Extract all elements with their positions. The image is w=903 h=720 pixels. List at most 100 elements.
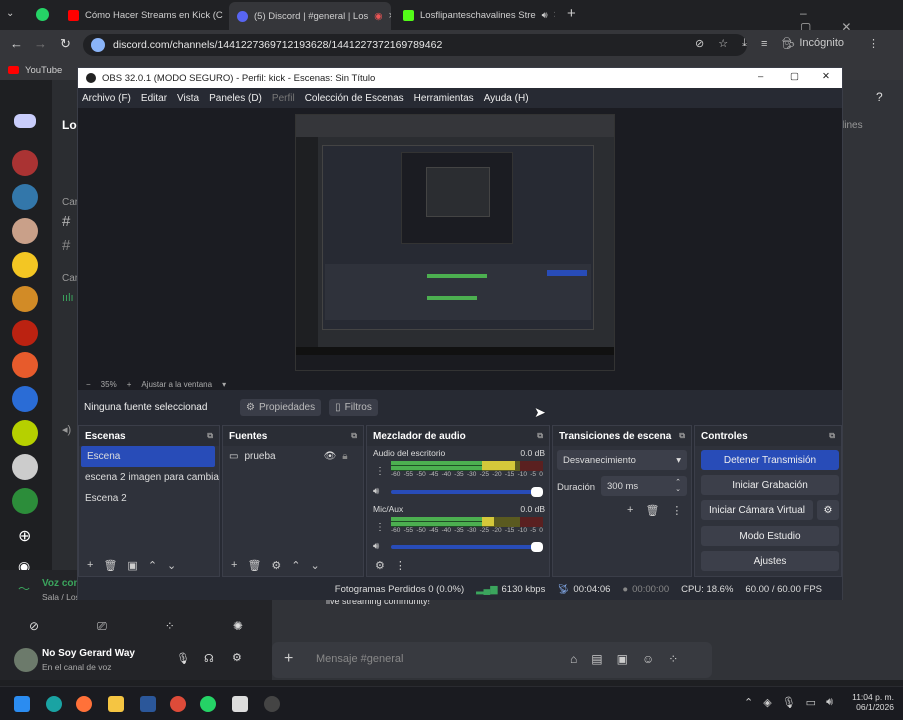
menu-icon[interactable]: ⋮	[868, 37, 879, 50]
gif-icon[interactable]: ▤	[591, 652, 602, 666]
camera-off-icon[interactable]: ⊘	[29, 619, 39, 633]
slider-handle[interactable]	[531, 542, 543, 552]
scene-item[interactable]: Escena 2	[79, 488, 219, 509]
server-icon[interactable]	[12, 184, 38, 210]
word-icon[interactable]	[140, 696, 156, 712]
shield-icon[interactable]: ◈	[763, 696, 771, 709]
maximize-icon[interactable]: ▢	[790, 71, 799, 82]
undock-icon[interactable]: ⧉	[207, 431, 213, 441]
chevron-down-icon[interactable]: ▾	[222, 380, 226, 389]
user-name[interactable]: No Soy Gerard Way	[42, 648, 135, 659]
advanced-audio-icon[interactable]: ⚙	[375, 559, 385, 572]
server-icon[interactable]	[12, 320, 38, 346]
server-icon[interactable]	[12, 488, 38, 514]
fit-window-label[interactable]: Ajustar a la ventana	[141, 380, 212, 389]
gift-icon[interactable]: ⌂	[570, 652, 577, 666]
duration-field[interactable]: 300 ms ⌃ ⌄	[601, 476, 687, 496]
media-icon[interactable]: ≡	[761, 38, 767, 50]
preview-canvas[interactable]	[78, 108, 842, 378]
tab-search-button[interactable]: ⌄	[6, 8, 20, 22]
close-icon[interactable]: ✕	[822, 71, 830, 82]
mic-icon[interactable]: 🎙︎	[176, 652, 190, 665]
message-input[interactable]: Mensaje #general	[316, 653, 403, 665]
forward-icon[interactable]: →	[34, 36, 47, 51]
chevron-up-icon[interactable]: ⌃	[744, 696, 753, 709]
zoom-out-icon[interactable]: −	[86, 380, 91, 389]
zoom-in-icon[interactable]: +	[127, 380, 132, 389]
server-icon[interactable]	[12, 252, 38, 278]
tab-kick-stream[interactable]: Losflipanteschavalines Stre 🔊︎ ×	[395, 4, 555, 26]
server-icon[interactable]	[12, 150, 38, 176]
incognito-badge[interactable]: 🕵︎ Incógnito	[781, 37, 844, 50]
edge-icon[interactable]	[46, 696, 62, 712]
discord-home-icon[interactable]	[14, 114, 36, 128]
speaker-icon[interactable]: 🔊︎	[373, 486, 379, 497]
menu-paneles[interactable]: Paneles (D)	[209, 93, 262, 104]
undock-icon[interactable]: ⧉	[829, 431, 835, 441]
help-icon[interactable]: ?	[876, 90, 883, 104]
tab-kick-tutorial[interactable]: Cómo Hacer Streams en Kick (C ×	[60, 4, 228, 26]
whatsapp-tab-icon[interactable]	[36, 8, 49, 21]
trash-icon[interactable]: 🗑︎	[645, 504, 659, 517]
virtual-camera-button[interactable]: Iniciar Cámara Virtual	[701, 500, 813, 520]
lock-icon[interactable]: 🔒︎	[342, 451, 347, 462]
filters-button[interactable]: ▯ Filtros	[329, 398, 378, 416]
site-info-icon[interactable]	[91, 38, 105, 52]
chrome-icon[interactable]	[170, 696, 186, 712]
settings-button[interactable]: Ajustes	[701, 551, 839, 571]
file-explorer-icon[interactable]	[108, 696, 124, 712]
close-icon[interactable]: ×	[389, 10, 391, 22]
server-icon[interactable]	[12, 286, 38, 312]
star-icon[interactable]: ☆	[718, 37, 728, 50]
scene-item[interactable]: escena 2 imagen para cambiar	[79, 467, 219, 488]
activities-icon[interactable]: ⁘	[165, 619, 175, 633]
server-icon[interactable]	[12, 386, 38, 412]
category-label[interactable]: Car	[62, 273, 78, 284]
move-up-icon[interactable]: ⌃	[148, 559, 157, 572]
add-icon[interactable]: +	[87, 559, 93, 571]
apps-icon[interactable]: ⁘	[668, 652, 678, 666]
undock-icon[interactable]: ⧉	[351, 431, 357, 441]
studio-mode-button[interactable]: Modo Estudio	[701, 526, 839, 546]
download-icon[interactable]: ⤓	[742, 37, 747, 50]
minimize-icon[interactable]: –	[758, 71, 763, 82]
source-item[interactable]: ▭ prueba 👁︎ 🔒︎	[223, 446, 363, 467]
new-tab-button[interactable]: +	[567, 5, 576, 22]
back-icon[interactable]: ←	[10, 36, 23, 51]
channel-menu-icon[interactable]: ⋮	[375, 466, 385, 477]
server-icon[interactable]	[12, 352, 38, 378]
menu-coleccion[interactable]: Colección de Escenas	[305, 93, 404, 104]
category-label[interactable]: Car	[62, 197, 78, 208]
soundboard-icon[interactable]: ✺	[233, 619, 243, 633]
server-icon[interactable]	[12, 218, 38, 244]
screen-share-icon[interactable]: ⎚	[97, 619, 107, 634]
menu-perfil[interactable]: Perfil	[272, 93, 295, 104]
menu-icon[interactable]: ⋮	[671, 504, 682, 517]
menu-editar[interactable]: Editar	[141, 93, 167, 104]
add-server-icon[interactable]: ⊕	[18, 526, 31, 546]
menu-vista[interactable]: Vista	[177, 93, 199, 104]
stepper-icon[interactable]: ⌃ ⌄	[675, 479, 681, 493]
add-attachment-icon[interactable]: +	[284, 650, 293, 668]
visibility-icon[interactable]: 👁︎	[324, 451, 337, 462]
undock-icon[interactable]: ⧉	[537, 431, 543, 441]
network-icon[interactable]: ▭	[806, 696, 816, 709]
slider-handle[interactable]	[531, 487, 543, 497]
search-partial[interactable]: lines	[842, 120, 863, 131]
speaker-icon[interactable]: 🔊︎	[373, 541, 379, 552]
obs-icon[interactable]	[264, 696, 280, 712]
trash-icon[interactable]: 🗑︎	[103, 559, 117, 572]
server-icon[interactable]	[12, 454, 38, 480]
eye-off-icon[interactable]: ⊘	[695, 37, 704, 50]
start-recording-button[interactable]: Iniciar Grabación	[701, 475, 839, 495]
tab-discord[interactable]: (5) Discord | #general | Los ◉ ×	[229, 2, 391, 30]
virtual-camera-settings[interactable]: ⚙	[817, 500, 839, 520]
undock-icon[interactable]: ⧉	[679, 431, 685, 441]
menu-icon[interactable]: ⋮	[395, 559, 406, 572]
properties-button[interactable]: ⚙ Propiedades	[240, 398, 322, 416]
menu-archivo[interactable]: Archivo (F)	[82, 93, 131, 104]
add-icon[interactable]: +	[627, 504, 633, 517]
firefox-icon[interactable]	[76, 696, 92, 712]
settings-icon[interactable]: ⚙	[232, 651, 242, 664]
headphones-icon[interactable]: ☊	[204, 652, 214, 665]
